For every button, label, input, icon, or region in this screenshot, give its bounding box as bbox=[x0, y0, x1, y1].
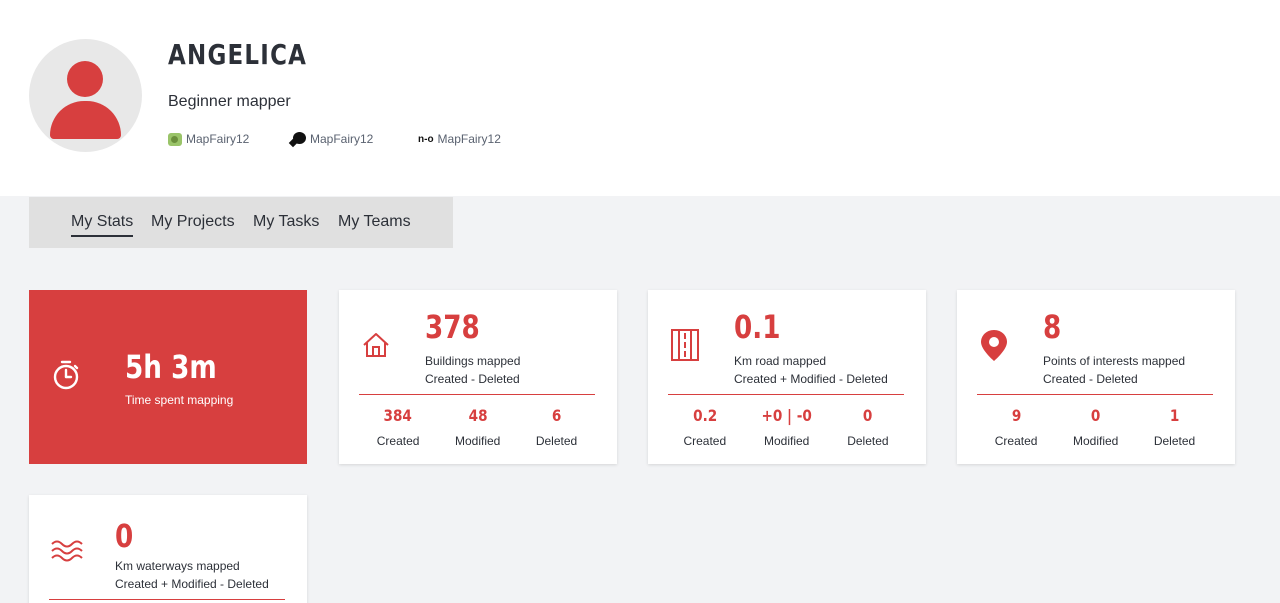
slack-icon bbox=[290, 132, 306, 146]
buildings-card: 378 Buildings mapped Created - Deleted 3… bbox=[339, 290, 617, 464]
tab-my-projects[interactable]: My Projects bbox=[151, 213, 235, 231]
metric-deleted: 1 Deleted bbox=[1154, 406, 1195, 448]
metric-modified: +0 | -0 Modified bbox=[757, 406, 816, 448]
house-icon bbox=[363, 333, 389, 357]
profile-tabs: My Stats My Projects My Tasks My Teams bbox=[29, 197, 453, 248]
waterways-total: 0 bbox=[115, 517, 134, 555]
divider bbox=[49, 599, 285, 600]
username: ANGELICA bbox=[168, 38, 308, 71]
waterways-formula: Created + Modified - Deleted bbox=[115, 577, 269, 591]
pois-card: 8 Points of interests mapped Created - D… bbox=[957, 290, 1235, 464]
metric-value: 1 bbox=[1169, 406, 1180, 425]
waterways-card: 0 Km waterways mapped Created + Modified… bbox=[29, 495, 307, 603]
pois-total: 8 bbox=[1043, 308, 1062, 346]
metric-value: 0.2 bbox=[692, 406, 717, 425]
metric-label: Deleted bbox=[535, 434, 578, 448]
metric-value: +0 | -0 bbox=[761, 406, 812, 425]
metric-label: Deleted bbox=[847, 434, 889, 448]
metric-value: 48 bbox=[468, 406, 488, 425]
metric-label: Created bbox=[376, 434, 420, 448]
osmcha-profile-link[interactable]: n-o MapFairy12 bbox=[418, 132, 501, 146]
stopwatch-icon bbox=[53, 360, 79, 390]
buildings-title: Buildings mapped bbox=[425, 354, 521, 368]
tab-my-teams[interactable]: My Teams bbox=[338, 213, 411, 231]
avatar bbox=[29, 39, 142, 152]
metric-value: 6 bbox=[551, 406, 562, 425]
profile-header: ANGELICA Beginner mapper MapFairy12 MapF… bbox=[0, 0, 1280, 196]
buildings-metrics: 384 Created 48 Modified 6 Deleted bbox=[359, 406, 595, 448]
metric-deleted: 0 Deleted bbox=[847, 406, 888, 448]
waterways-title: Km waterways mapped bbox=[115, 559, 240, 573]
metric-label: Modified bbox=[1072, 434, 1119, 448]
map-pin-icon bbox=[981, 330, 1007, 361]
avatar-head bbox=[67, 61, 103, 97]
divider bbox=[359, 394, 595, 395]
metric-label: Deleted bbox=[1153, 434, 1196, 448]
slack-profile-link[interactable]: MapFairy12 bbox=[290, 132, 373, 146]
osm-icon bbox=[168, 132, 182, 146]
roads-formula: Created + Modified - Deleted bbox=[734, 372, 888, 386]
metric-value: 384 bbox=[383, 406, 413, 425]
metric-created: 384 Created bbox=[377, 406, 420, 448]
divider bbox=[977, 394, 1213, 395]
time-spent-label: Time spent mapping bbox=[125, 393, 234, 407]
osm-profile-link[interactable]: MapFairy12 bbox=[168, 132, 249, 146]
metric-value: 0 bbox=[863, 406, 873, 425]
osm-username: MapFairy12 bbox=[186, 132, 250, 146]
pois-title: Points of interests mapped bbox=[1043, 354, 1186, 368]
buildings-total: 378 bbox=[425, 308, 480, 346]
road-icon bbox=[671, 329, 699, 361]
metric-label: Created bbox=[683, 434, 727, 448]
time-spent-card: 5h 3m Time spent mapping bbox=[29, 290, 307, 464]
mapper-level: Beginner mapper bbox=[168, 93, 291, 110]
metric-modified: 0 Modified bbox=[1073, 406, 1118, 448]
tab-my-stats[interactable]: My Stats bbox=[71, 213, 134, 237]
avatar-body bbox=[50, 101, 121, 139]
pois-formula: Created - Deleted bbox=[1043, 372, 1138, 386]
buildings-formula: Created - Deleted bbox=[425, 372, 520, 386]
roads-metrics: 0.2 Created +0 | -0 Modified 0 Deleted bbox=[668, 406, 904, 448]
metric-label: Modified bbox=[454, 434, 501, 448]
waves-icon bbox=[51, 540, 83, 562]
metric-created: 0.2 Created bbox=[683, 406, 726, 448]
metric-label: Created bbox=[994, 434, 1038, 448]
osmcha-icon: n-o bbox=[418, 133, 434, 145]
time-spent-value: 5h 3m bbox=[125, 348, 217, 386]
metric-deleted: 6 Deleted bbox=[536, 406, 577, 448]
roads-card: 0.1 Km road mapped Created + Modified - … bbox=[648, 290, 926, 464]
roads-total: 0.1 bbox=[734, 308, 781, 346]
metric-modified: 48 Modified bbox=[455, 406, 500, 448]
metric-label: Modified bbox=[763, 434, 810, 448]
pois-metrics: 9 Created 0 Modified 1 Deleted bbox=[977, 406, 1213, 448]
metric-created: 9 Created bbox=[995, 406, 1038, 448]
metric-value: 9 bbox=[1011, 406, 1021, 425]
slack-username: MapFairy12 bbox=[310, 132, 374, 146]
osmcha-username: MapFairy12 bbox=[437, 132, 501, 146]
divider bbox=[668, 394, 904, 395]
roads-title: Km road mapped bbox=[734, 354, 827, 368]
tab-my-tasks[interactable]: My Tasks bbox=[253, 213, 319, 231]
metric-value: 0 bbox=[1090, 406, 1101, 425]
